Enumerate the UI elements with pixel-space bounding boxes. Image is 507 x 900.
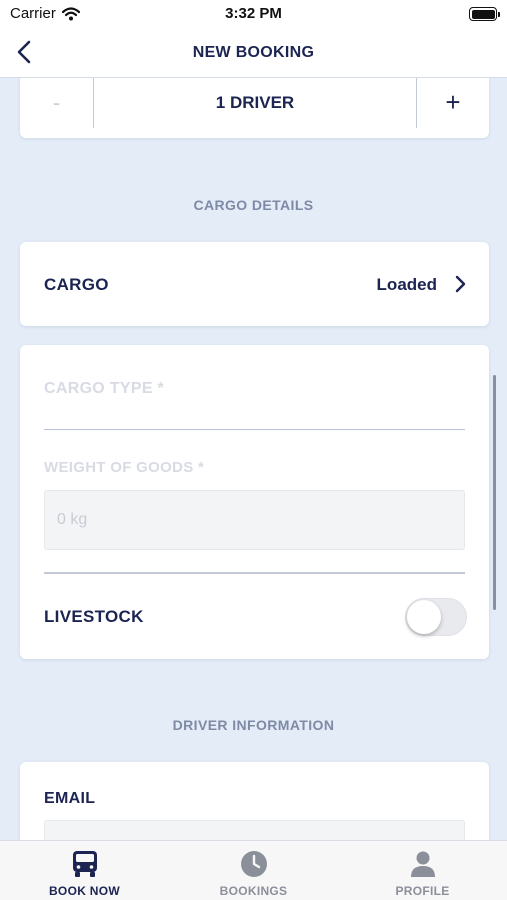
chevron-right-icon [455,275,466,293]
status-bar: Carrier 3:32 PM [0,0,507,28]
section-divider [44,572,465,574]
cargo-label: CARGO [44,275,109,294]
tab-label: BOOK NOW [48,884,121,898]
tab-book-now[interactable]: BOOK NOW [0,841,169,900]
tab-bar: BOOK NOW BOOKINGS PROFILE [0,840,507,900]
cargo-type-underline [44,429,465,430]
tab-label: PROFILE [395,884,450,898]
cargo-row[interactable]: CARGO Loaded [20,242,489,326]
livestock-label: LIVESTOCK [44,607,144,626]
weight-input[interactable] [44,490,465,550]
weight-label: WEIGHT OF GOODS * [44,459,205,476]
cargo-value: Loaded [376,275,437,294]
cargo-type-field[interactable]: CARGO TYPE * [44,380,164,398]
cargo-details-card: CARGO TYPE * WEIGHT OF GOODS * LIVESTOCK [20,345,489,659]
driver-count: 1 DRIVER [215,93,295,112]
driver-information-heading: DRIVER INFORMATION [172,717,335,733]
increment-button[interactable]: + [417,78,489,128]
battery-icon [469,7,500,21]
tab-bookings[interactable]: BOOKINGS [169,841,338,900]
livestock-toggle[interactable] [405,598,467,636]
toggle-knob [407,600,441,634]
scrollbar[interactable] [493,375,496,610]
decrement-button[interactable]: - [20,78,93,128]
tab-profile[interactable]: PROFILE [338,841,507,900]
person-icon [410,851,435,877]
clock-icon [240,851,267,877]
tab-label: BOOKINGS [219,884,288,898]
cargo-details-heading: CARGO DETAILS [193,197,314,213]
nav-bar: NEW BOOKING [0,28,507,78]
status-time: 3:32 PM [225,5,282,22]
scroll-content: - 1 DRIVER + CARGO DETAILS CARGO Loaded … [0,0,507,900]
truck-icon [72,851,97,877]
email-label: EMAIL [44,790,96,807]
page-title: NEW BOOKING [192,44,315,61]
